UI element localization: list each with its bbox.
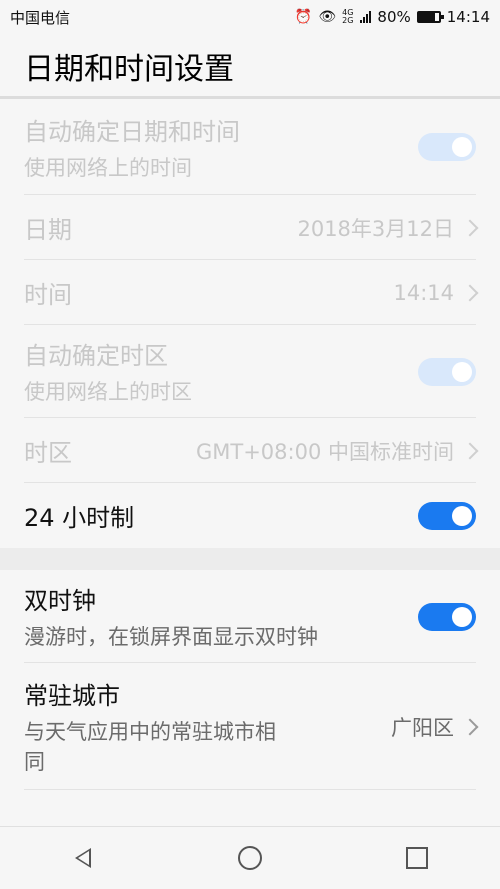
timezone-title: 时区 <box>24 439 72 467</box>
chevron-right-icon <box>461 284 479 301</box>
clock: 14:14 <box>446 8 490 26</box>
auto-datetime-title: 自动确定日期和时间 <box>24 117 240 146</box>
auto-timezone-row[interactable]: 自动确定时区 使用网络上的时区 <box>0 325 500 418</box>
section-gap <box>0 548 500 570</box>
auto-timezone-title: 自动确定时区 <box>24 342 168 370</box>
auto-datetime-subtitle: 使用网络上的时间 <box>24 155 192 180</box>
carrier-name: 中国电信 <box>10 8 71 27</box>
date-value: 2018年3月12日 <box>297 216 454 241</box>
alarm-icon: ⏰ <box>294 9 313 25</box>
24-hour-title: 24 小时制 <box>24 504 135 532</box>
home-city-subtitle: 与天气应用中的常驻城市相同 <box>24 720 276 774</box>
page-title: 日期和时间设置 <box>24 52 234 87</box>
home-city-title: 常驻城市 <box>24 682 120 710</box>
date-title: 日期 <box>24 216 72 244</box>
auto-timezone-toggle[interactable] <box>418 357 476 386</box>
timezone-value: GMT+08:00 中国标准时间 <box>195 439 454 464</box>
dual-clock-row[interactable]: 双时钟 漫游时，在锁屏界面显示双时钟 <box>0 570 500 663</box>
date-row[interactable]: 日期 2018年3月12日 <box>0 195 500 260</box>
auto-datetime-toggle[interactable] <box>418 133 476 161</box>
24-hour-row[interactable]: 24 小时制 <box>0 483 500 548</box>
app-bar: 日期和时间设置 <box>0 34 500 98</box>
home-city-row[interactable]: 常驻城市 与天气应用中的常驻城市相同 广阳区 <box>0 663 500 790</box>
signal-icon <box>360 11 372 23</box>
back-icon <box>75 848 92 868</box>
battery-percent: 80% <box>377 8 411 26</box>
battery-fill <box>418 13 435 21</box>
time-row[interactable]: 时间 14:14 <box>0 260 500 325</box>
recent-apps-button[interactable] <box>387 828 447 888</box>
dual-clock-toggle[interactable] <box>418 602 476 631</box>
settings-list: 自动确定日期和时间 使用网络上的时间 日期 2018年3月12日 时间 14:1… <box>0 99 500 790</box>
home-city-value: 广阳区 <box>391 715 454 740</box>
timezone-row[interactable]: 时区 GMT+08:00 中国标准时间 <box>0 418 500 483</box>
auto-timezone-subtitle: 使用网络上的时区 <box>24 380 192 404</box>
status-icons: ⏰ 👁 4G 2G 80% 14:14 <box>295 8 490 26</box>
navigation-bar <box>0 826 500 889</box>
dual-clock-title: 双时钟 <box>24 587 96 615</box>
auto-datetime-row[interactable]: 自动确定日期和时间 使用网络上的时间 <box>0 99 500 195</box>
status-bar: 中国电信 ⏰ 👁 4G 2G 80% 14:14 <box>0 0 500 34</box>
back-button[interactable] <box>53 828 113 888</box>
home-button[interactable] <box>220 828 280 888</box>
chevron-right-icon <box>461 219 479 236</box>
chevron-right-icon <box>461 718 479 735</box>
recent-apps-icon <box>405 847 428 869</box>
eye-icon: 👁 <box>318 9 337 25</box>
network-type: 4G 2G <box>342 9 353 25</box>
time-value: 14:14 <box>393 280 454 305</box>
dual-clock-subtitle: 漫游时，在锁屏界面显示双时钟 <box>24 625 318 649</box>
24-hour-toggle[interactable] <box>418 501 476 530</box>
network-type-bottom: 2G <box>342 16 354 25</box>
chevron-right-icon <box>461 442 479 459</box>
time-title: 时间 <box>24 281 72 309</box>
home-icon <box>237 846 262 870</box>
battery-icon <box>416 11 444 23</box>
